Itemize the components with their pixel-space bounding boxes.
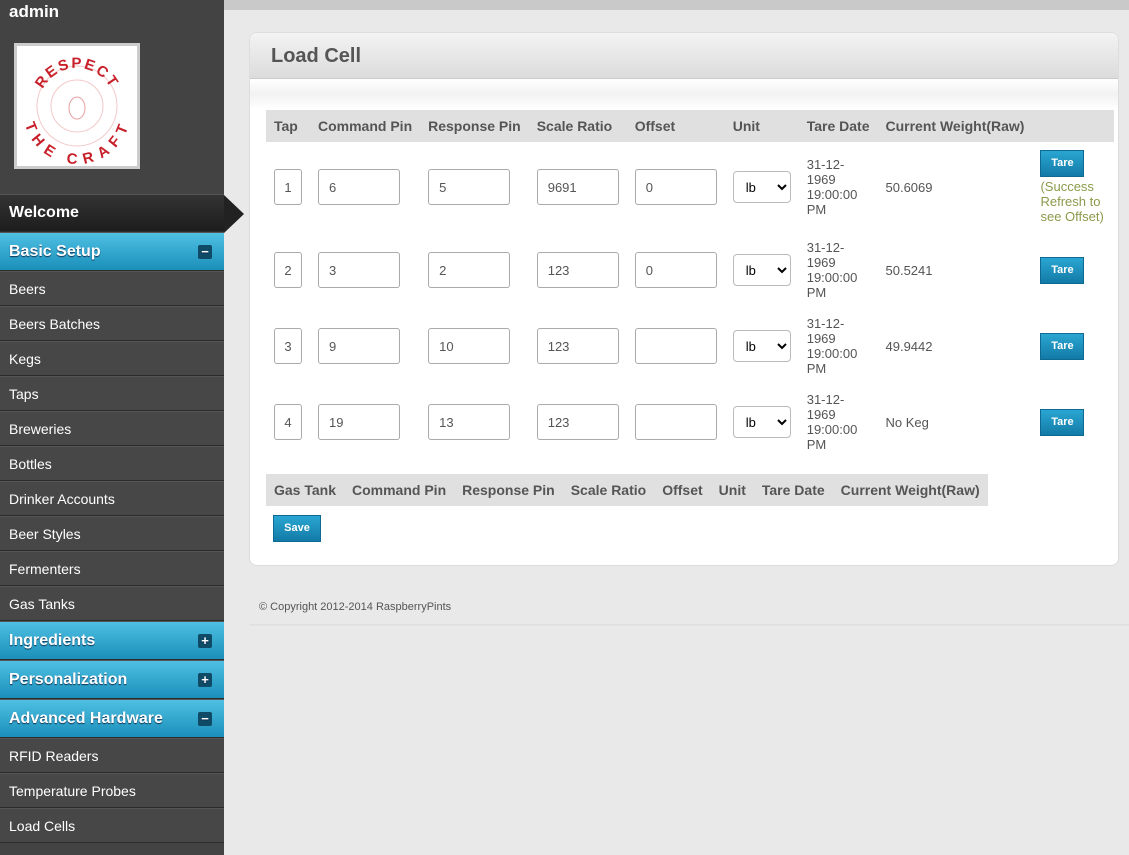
table-row: 1 lb 31-12-1969 19:00:00 PM 50.6069 Tare… [266,142,1114,232]
respect-the-craft-logo: RESPECT THE CRAFT [21,55,133,164]
expand-icon[interactable]: + [198,633,212,648]
unit-select[interactable]: lb [732,254,791,286]
response-pin-input[interactable] [428,169,511,205]
column-header: Unit [724,110,799,142]
tare-button[interactable]: Tare [1040,256,1085,284]
save-button[interactable]: Save [273,515,321,542]
column-header: Current Weight(Raw) [877,110,1033,142]
column-header: Tare Date [753,474,833,506]
sidebar-item-fermenters[interactable]: Fermenters [0,551,224,586]
column-header: Gas Tank [266,474,344,506]
sidebar-item-kegs[interactable]: Kegs [0,341,224,376]
current-weight: 49.9442 [885,338,933,354]
sidebar-section-advanced-hardware[interactable]: Advanced Hardware − [0,699,224,738]
tap-number: 3 [274,328,302,364]
response-pin-input[interactable] [428,252,511,288]
sidebar-section-personalization[interactable]: Personalization + [0,660,224,699]
tap-number: 2 [274,252,302,288]
column-header: Scale Ratio [528,110,627,142]
tare-date: 31-12-1969 19:00:00 PM [806,157,858,217]
column-header: Command Pin [310,110,421,142]
svg-text:RESPECT: RESPECT [32,55,123,92]
column-header: Command Pin [344,474,455,506]
section-label: Ingredients [9,631,96,649]
current-weight: 50.5241 [885,262,933,278]
expand-icon[interactable]: + [198,672,212,687]
scale-ratio-input[interactable] [536,252,619,288]
user-name: admin [9,2,60,21]
column-header: Current Weight(Raw) [832,474,988,506]
sidebar-item-taps[interactable]: Taps [0,376,224,411]
sidebar-item-beers-batches[interactable]: Beers Batches [0,306,224,341]
sidebar-item-gas-tanks[interactable]: Gas Tanks [0,586,224,621]
offset-input[interactable] [634,252,717,288]
section-label: Personalization [9,670,128,688]
sidebar-item-beer-styles[interactable]: Beer Styles [0,516,224,551]
offset-input[interactable] [634,404,717,440]
collapse-icon[interactable]: − [198,244,212,259]
tap-load-cell-table: Tap Command Pin Response Pin Scale Ratio Off… [266,110,1115,460]
load-cell-panel: Load Cell Tap Command Pin Response Pin Scal… [249,32,1119,566]
response-pin-input[interactable] [428,404,511,440]
section-label: Advanced Hardware [9,709,163,727]
sidebar-item-bottles[interactable]: Bottles [0,446,224,481]
top-bar [224,0,1129,10]
scale-ratio-input[interactable] [536,169,619,205]
table-row: 3 lb 31-12-1969 19:00:00 PM 49.9442 Tare [266,308,1114,384]
column-header: Offset [654,474,711,506]
page-title: Load Cell [250,33,1118,79]
command-pin-input[interactable] [318,252,400,288]
table-row: 2 lb 31-12-1969 19:00:00 PM 50.5241 Tare [266,232,1114,308]
column-header: Tap [266,110,310,142]
tare-button[interactable]: Tare [1040,332,1085,360]
response-pin-input[interactable] [428,328,511,364]
command-pin-input[interactable] [318,404,400,440]
footer-divider [249,624,1129,628]
column-header: Scale Ratio [562,474,655,506]
column-header: Unit [710,474,754,506]
command-pin-input[interactable] [318,328,400,364]
tare-button[interactable]: Tare [1040,150,1085,177]
sidebar-item-breweries[interactable]: Breweries [0,411,224,446]
unit-select[interactable]: lb [732,406,791,438]
sidebar-item-temperature-probes[interactable]: Temperature Probes [0,773,224,808]
unit-select[interactable]: lb [732,171,791,203]
sidebar-item-welcome[interactable]: Welcome [0,194,244,233]
collapse-icon[interactable]: − [198,711,212,726]
sidebar-item-load-cells[interactable]: Load Cells [0,808,224,843]
column-header: Offset [626,110,725,142]
current-weight: No Keg [885,414,929,430]
column-header: Response Pin [454,474,563,506]
gas-tank-load-cell-table: Gas Tank Command Pin Response Pin Scale Rat… [266,474,988,506]
tap-number: 4 [274,404,302,440]
svg-text:THE CRAFT: THE CRAFT [21,120,133,164]
tare-status-message: (Success Refresh to see Offset) [1040,179,1104,224]
sidebar: admin RESPECT THE CRAFT Welcome Basic Se… [0,0,244,855]
tare-date: 31-12-1969 19:00:00 PM [806,392,858,452]
section-label: Basic Setup [9,242,101,260]
table-row: 4 lb 31-12-1969 19:00:00 PM No Keg Tare [266,384,1114,460]
header-fade [250,79,1118,109]
unit-select[interactable]: lb [732,330,791,362]
sidebar-item-beers[interactable]: Beers [0,271,224,306]
column-header: Response Pin [420,110,529,142]
sidebar-item-rfid-readers[interactable]: RFID Readers [0,738,224,773]
tare-date: 31-12-1969 19:00:00 PM [806,240,858,300]
tap-number: 1 [274,169,302,205]
offset-input[interactable] [634,328,717,364]
scale-ratio-input[interactable] [536,404,619,440]
command-pin-input[interactable] [318,169,400,205]
current-weight: 50.6069 [885,179,933,195]
sidebar-section-ingredients[interactable]: Ingredients + [0,621,224,660]
sidebar-section-basic-setup[interactable]: Basic Setup − [0,232,224,271]
sidebar-item-drinker-accounts[interactable]: Drinker Accounts [0,481,224,516]
column-header: Tare Date [798,110,878,142]
sidebar-menu: Welcome Basic Setup − Beers Beers Batches… [0,194,244,843]
logo: RESPECT THE CRAFT [14,43,140,169]
tare-button[interactable]: Tare [1040,408,1085,436]
offset-input[interactable] [634,169,717,205]
tare-date: 31-12-1969 19:00:00 PM [806,316,858,376]
footer-copyright: © Copyright 2012-2014 RaspberryPints [259,601,452,613]
scale-ratio-input[interactable] [536,328,619,364]
